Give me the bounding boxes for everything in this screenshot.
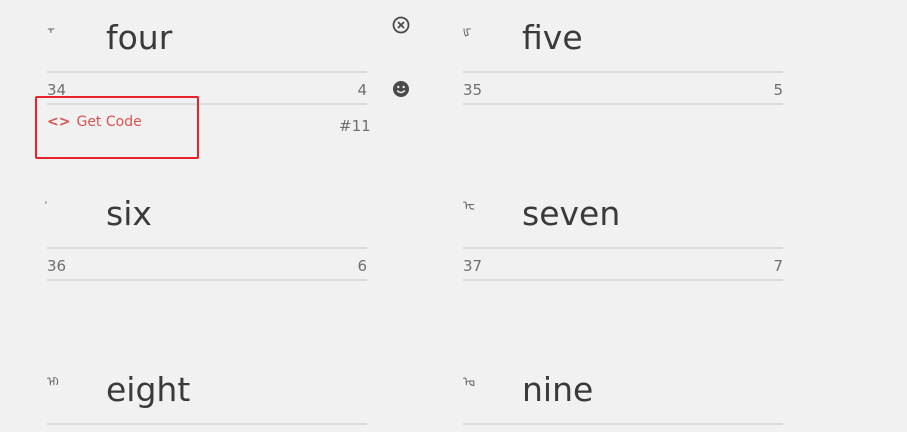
divider	[463, 247, 783, 249]
close-circle-icon[interactable]	[392, 16, 410, 34]
tag-label: #11	[339, 117, 371, 135]
left-number: 35	[463, 81, 483, 99]
script-glyph: ᠇	[47, 23, 55, 38]
divider	[47, 423, 367, 425]
card-word: seven	[522, 194, 621, 233]
divider	[463, 71, 783, 73]
script-glyph: ᡄ	[463, 199, 475, 214]
right-number: 5	[773, 81, 783, 99]
script-glyph: ᡆ	[463, 375, 475, 390]
right-number: 7	[773, 257, 783, 275]
right-number: 6	[357, 257, 367, 275]
script-glyph: ᡁ	[463, 23, 472, 38]
divider	[463, 423, 783, 425]
highlight-box	[35, 96, 199, 159]
card-word: eight	[106, 370, 191, 409]
card-word: four	[106, 18, 173, 57]
left-number: 36	[47, 257, 67, 275]
divider	[463, 279, 783, 281]
divider	[463, 103, 783, 105]
card-word: five	[522, 18, 583, 57]
divider	[47, 247, 367, 249]
script-glyph: ᡅ	[47, 375, 59, 390]
divider	[47, 71, 367, 73]
right-number: 4	[357, 81, 367, 99]
card-word: six	[106, 194, 152, 233]
card-word: nine	[522, 370, 594, 409]
left-number: 37	[463, 257, 483, 275]
divider	[47, 279, 367, 281]
smiley-icon[interactable]	[392, 80, 410, 98]
